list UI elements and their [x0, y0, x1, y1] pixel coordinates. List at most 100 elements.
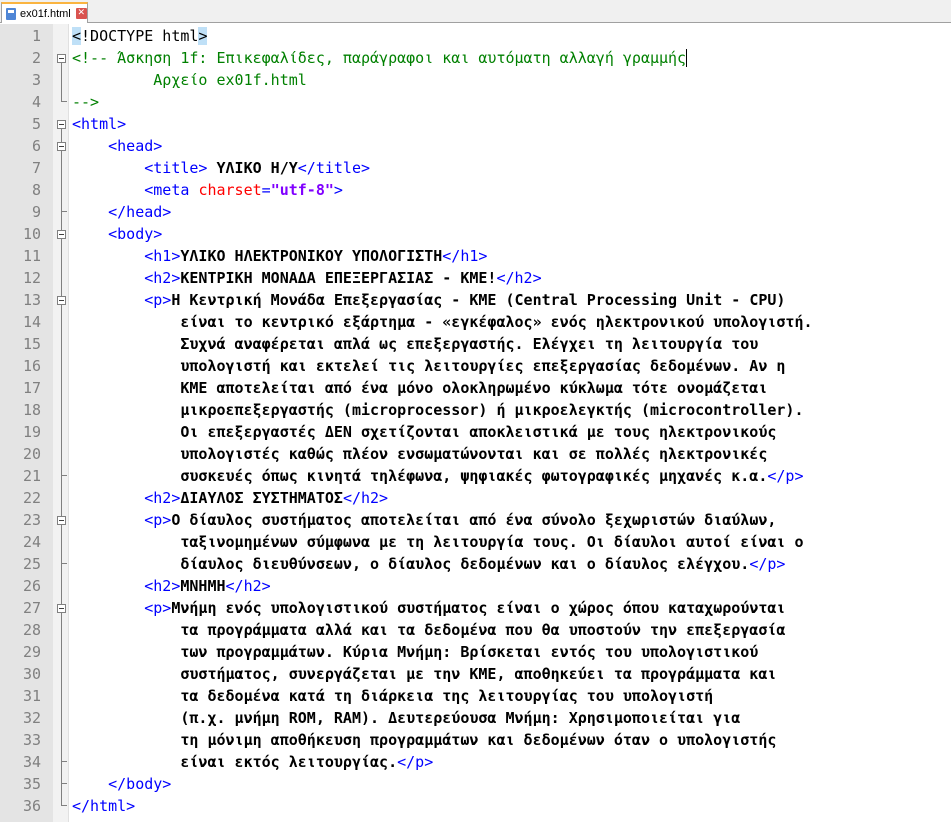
code-line[interactable]: είναι το κεντρικό εξάρτημα - «εγκέφαλος»… [72, 311, 812, 333]
code-line[interactable]: <p>Μνήμη ενός υπολογιστικού συστήματος ε… [72, 597, 785, 619]
code-token: <title> [144, 159, 208, 177]
code-token: </p> [767, 467, 804, 485]
save-file-icon [5, 7, 17, 20]
fold-end-marker [61, 101, 67, 102]
code-token: </p> [749, 555, 786, 573]
code-line[interactable]: υπολογιστή και εκτελεί τις λειτουργίες ε… [72, 355, 785, 377]
code-line[interactable]: </html> [72, 795, 135, 817]
fold-toggle-icon[interactable] [57, 516, 66, 525]
code-token: = [261, 181, 271, 199]
code-line[interactable]: <h2>ΚΕΝΤΡΙΚΗ ΜΟΝΑΔΑ ΕΠΕΞΕΡΓΑΣΙΑΣ - ΚΜΕ!<… [72, 267, 542, 289]
code-line[interactable]: --> [72, 91, 99, 113]
fold-toggle-icon[interactable] [57, 230, 66, 239]
code-token: (π.χ. μνήμη ROM, RAM). Δευτερεύουσα Μνήμ… [72, 709, 741, 727]
line-number: 36 [22, 797, 41, 815]
line-number: 26 [22, 577, 41, 595]
code-token: !DOCTYPE html [81, 27, 199, 45]
tab-label: ex01f.html [20, 7, 71, 20]
line-number: 21 [22, 467, 41, 485]
code-line[interactable]: <p>Ο δίαυλος συστήματος αποτελείται από … [72, 509, 776, 531]
code-token: ΚΕΝΤΡΙΚΗ ΜΟΝΑΔΑ ΕΠΕΞΕΡΓΑΣΙΑΣ - ΚΜΕ! [180, 269, 497, 287]
code-line[interactable]: τα προγράμματα αλλά και τα δεδομένα που … [72, 619, 785, 641]
code-token: "utf-8" [270, 181, 334, 199]
code-line[interactable]: είναι εκτός λειτουργίας.</p> [72, 751, 433, 773]
tab-ex01f-html[interactable]: ex01f.html ✕ [1, 2, 88, 23]
code-token: charset [198, 181, 262, 199]
code-line[interactable]: Αρχείο ex01f.html [72, 69, 307, 91]
code-line[interactable]: μικροεπεξεργαστής (microprocessor) ή μικ… [72, 399, 803, 421]
code-line[interactable]: συστήματος, συνεργάζεται με την ΚΜΕ, απο… [72, 663, 776, 685]
line-number: 31 [22, 687, 41, 705]
code-line[interactable]: <body> [72, 223, 162, 245]
code-line[interactable]: ΚΜΕ αποτελείται από ένα μόνο ολοκληρωμέν… [72, 377, 767, 399]
code-line[interactable]: Οι επεξεργαστές ΔΕΝ σχετίζονται αποκλεισ… [72, 421, 776, 443]
code-line[interactable]: <html> [72, 113, 126, 135]
fold-guide [61, 525, 62, 563]
fold-end-marker [61, 211, 67, 212]
code-line[interactable]: τα δεδομένα κατά τη διάρκεια της λειτουρ… [72, 685, 713, 707]
line-number: 28 [22, 621, 41, 639]
line-number: 32 [22, 709, 41, 727]
line-number: 8 [31, 181, 41, 199]
code-token: < [72, 27, 82, 45]
line-number: 3 [31, 71, 41, 89]
code-token: </h2> [496, 269, 542, 287]
code-line[interactable]: <p>Η Κεντρική Μονάδα Επεξεργασίας - ΚΜΕ … [72, 289, 785, 311]
code-line[interactable]: <h1>ΥΛΙΚΟ ΗΛΕΚΤΡΟΝΙΚΟΥ ΥΠΟΛΟΓΙΣΤΗ</h1> [72, 245, 487, 267]
code-line[interactable]: υπολογιστές καθώς πλέον ενσωματώνονται κ… [72, 443, 767, 465]
line-number: 20 [22, 445, 41, 463]
code-line[interactable]: </body> [72, 773, 171, 795]
code-editor[interactable]: 1 2 3 4 5 6 7 8 9 10 11 12 13 14 15 16 17 18 19 20 21 22 23 24 2… [0, 24, 951, 822]
code-token: υπολογιστές καθώς πλέον ενσωματώνονται κ… [72, 445, 768, 463]
code-line[interactable]: συσκευές όπως κινητά τηλέφωνα, ψηφιακές … [72, 465, 804, 487]
code-line[interactable]: <!-- Άσκηση 1f: Επικεφαλίδες, παράγραφοι… [72, 47, 686, 69]
line-number: 19 [22, 423, 41, 441]
code-line[interactable]: <h2>ΔΙΑΥΛΟΣ ΣΥΣΤΗΜΑΤΟΣ</h2> [72, 487, 388, 509]
fold-guide [61, 63, 62, 101]
line-number: 5 [31, 115, 41, 133]
code-token: ΜΝΗΜΗ [180, 577, 226, 595]
fold-guide [61, 305, 62, 475]
code-line[interactable]: </head> [72, 201, 171, 223]
code-line[interactable]: τη μόνιμη αποθήκευση προγραμμάτων και δε… [72, 729, 776, 751]
fold-toggle-icon[interactable] [57, 142, 66, 151]
fold-toggle-icon[interactable] [57, 54, 66, 63]
text-caret [686, 49, 687, 67]
line-number: 33 [22, 731, 41, 749]
fold-end-marker [61, 783, 67, 784]
code-line[interactable]: <!DOCTYPE html> [72, 25, 208, 47]
code-line[interactable]: <title> ΥΛΙΚΟ Η/Υ</title> [72, 157, 370, 179]
line-number: 25 [22, 555, 41, 573]
code-token: <body> [108, 225, 163, 243]
code-line[interactable]: Συχνά αναφέρεται απλά ως επεξεργαστής. Ε… [72, 333, 758, 355]
code-line[interactable]: των προγραμμάτων. Κύρια Μνήμη: Βρίσκεται… [72, 641, 758, 663]
code-line[interactable]: (π.χ. μνήμη ROM, RAM). Δευτερεύουσα Μνήμ… [72, 707, 740, 729]
code-line[interactable]: δίαυλος διευθύνσεων, ο δίαυλος δεδομένων… [72, 553, 785, 575]
line-number: 15 [22, 335, 41, 353]
code-line[interactable]: <head> [72, 135, 162, 157]
code-token: </p> [397, 753, 434, 771]
code-line[interactable]: <h2>ΜΝΗΜΗ</h2> [72, 575, 270, 597]
fold-toggle-icon[interactable] [57, 120, 66, 129]
close-tab-icon[interactable]: ✕ [75, 8, 87, 19]
fold-toggle-icon[interactable] [57, 296, 66, 305]
code-token: Η Κεντρική Μονάδα Επεξεργασίας - ΚΜΕ (Ce… [171, 291, 786, 309]
line-number: 13 [22, 291, 41, 309]
code-token: τη μόνιμη αποθήκευση προγραμμάτων και δε… [72, 731, 777, 749]
code-token: ΥΛΙΚΟ ΗΛΕΚΤΡΟΝΙΚΟΥ ΥΠΟΛΟΓΙΣΤΗ [180, 247, 443, 265]
line-number: 35 [22, 775, 41, 793]
line-number: 16 [22, 357, 41, 375]
code-token: <h1> [144, 247, 181, 265]
fold-toggle-icon[interactable] [57, 604, 66, 613]
code-token: </h1> [442, 247, 488, 265]
code-line[interactable]: <meta charset="utf-8"> [72, 179, 343, 201]
code-line[interactable]: ταξινομημένων σύμφωνα με τη λειτουργία τ… [72, 531, 803, 553]
line-number: 27 [22, 599, 41, 617]
code-token: συσκευές όπως κινητά τηλέφωνα, ψηφιακές … [72, 467, 768, 485]
code-token: <h2> [144, 577, 181, 595]
